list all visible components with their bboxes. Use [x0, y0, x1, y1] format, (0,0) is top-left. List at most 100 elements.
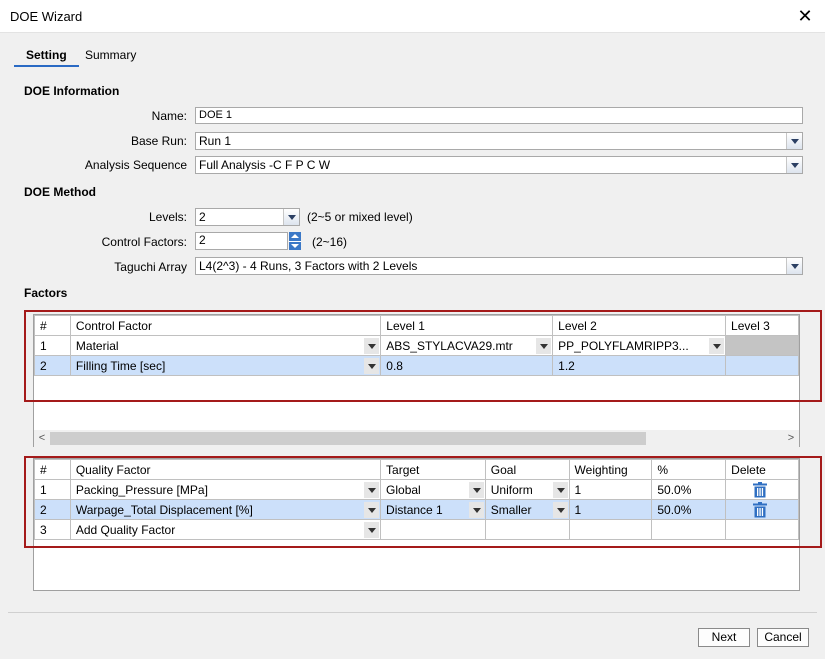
percent-cell	[651, 519, 727, 540]
col-header-weighting: Weighting	[568, 459, 653, 480]
chevron-down-icon[interactable]	[709, 338, 725, 354]
level-2-cell[interactable]: PP_POLYFLAMRIPP3...	[552, 335, 727, 356]
col-header-num: #	[34, 315, 71, 336]
control-factor-table: # Control Factor Level 1 Level 2 Level 3…	[34, 315, 799, 376]
control-factors-label: Control Factors:	[101, 235, 187, 249]
base-run-label: Base Run:	[130, 134, 187, 148]
col-header-level-2: Level 2	[552, 315, 727, 336]
window-title: DOE Wizard	[10, 9, 83, 24]
doe-method-heading: DOE Method	[24, 185, 96, 199]
row-number: 2	[34, 499, 71, 520]
delete-cell[interactable]	[725, 479, 799, 500]
analysis-sequence-label: Analysis Sequence	[84, 158, 187, 172]
levels-hint: (2~5 or mixed level)	[307, 210, 413, 224]
table-row[interactable]: 1 Packing_Pressure [MPa] Global Uniform …	[34, 479, 799, 500]
col-header-percent: %	[651, 459, 727, 480]
goal-cell[interactable]: Uniform	[484, 479, 570, 500]
spin-down-icon[interactable]	[289, 241, 301, 250]
chevron-down-icon[interactable]	[536, 338, 552, 354]
level-3-cell	[725, 335, 799, 356]
percent-cell: 50.0%	[651, 499, 727, 520]
goal-cell	[484, 519, 570, 540]
horizontal-scrollbar[interactable]: < >	[34, 430, 799, 447]
delete-cell[interactable]	[725, 499, 799, 520]
control-factors-hint: (2~16)	[312, 235, 348, 249]
spin-up-icon[interactable]	[289, 232, 301, 241]
name-input[interactable]: DOE 1	[195, 107, 803, 124]
table-row[interactable]: 1 Material ABS_STYLACVA29.mtr PP_POLYFLA…	[34, 335, 799, 356]
chevron-down-icon	[786, 133, 802, 149]
target-cell	[380, 519, 486, 540]
table-row[interactable]: 2 Warpage_Total Displacement [%] Distanc…	[34, 499, 799, 520]
trash-icon[interactable]	[752, 502, 768, 518]
level-1-cell[interactable]: ABS_STYLACVA29.mtr	[380, 335, 554, 356]
base-run-select[interactable]: Run 1	[195, 132, 803, 150]
chevron-down-icon[interactable]	[468, 482, 484, 498]
levels-select[interactable]: 2	[195, 208, 300, 226]
title-bar: DOE Wizard ✕	[0, 0, 825, 33]
table-row[interactable]: 3 Add Quality Factor	[34, 519, 799, 540]
delete-cell	[725, 519, 799, 540]
control-factors-input[interactable]: 2	[195, 232, 288, 250]
chevron-down-icon[interactable]	[364, 482, 380, 498]
quality-factor-panel: # Quality Factor Target Goal Weighting %…	[33, 458, 800, 591]
row-number: 1	[34, 479, 71, 500]
percent-cell: 50.0%	[651, 479, 727, 500]
scroll-right-button[interactable]: >	[783, 430, 799, 447]
trash-icon[interactable]	[752, 482, 768, 498]
table-header-row: # Control Factor Level 1 Level 2 Level 3	[34, 315, 799, 336]
control-factors-stepper[interactable]	[289, 232, 301, 250]
col-header-quality-factor: Quality Factor	[69, 459, 382, 480]
taguchi-array-label: Taguchi Array	[114, 260, 187, 274]
chevron-down-icon[interactable]	[364, 522, 380, 538]
target-cell[interactable]: Global	[380, 479, 486, 500]
chevron-down-icon[interactable]	[364, 502, 380, 518]
quality-factor-table: # Quality Factor Target Goal Weighting %…	[34, 459, 799, 540]
table-header-row: # Quality Factor Target Goal Weighting %…	[34, 459, 799, 480]
chevron-down-icon	[283, 209, 299, 225]
scrollbar-thumb[interactable]	[50, 432, 646, 445]
cancel-button[interactable]: Cancel	[757, 628, 809, 647]
doe-information-heading: DOE Information	[24, 84, 120, 98]
next-button[interactable]: Next	[698, 628, 750, 647]
control-factor-cell[interactable]: Filling Time [sec]	[69, 355, 382, 376]
col-header-target: Target	[380, 459, 486, 480]
goal-cell[interactable]: Smaller	[484, 499, 570, 520]
levels-label: Levels:	[148, 210, 187, 224]
chevron-down-icon[interactable]	[552, 482, 568, 498]
tab-setting[interactable]: Setting	[14, 46, 79, 67]
name-label: Name:	[151, 109, 187, 123]
tab-summary[interactable]: Summary	[85, 46, 136, 66]
level-1-cell[interactable]: 0.8	[380, 355, 554, 376]
row-number: 3	[34, 519, 71, 540]
taguchi-array-select[interactable]: L4(2^3) - 4 Runs, 3 Factors with 2 Level…	[195, 257, 803, 275]
chevron-down-icon[interactable]	[364, 358, 380, 374]
chevron-down-icon[interactable]	[552, 502, 568, 518]
col-header-goal: Goal	[484, 459, 570, 480]
col-header-level-3: Level 3	[725, 315, 799, 336]
chevron-down-icon[interactable]	[364, 338, 380, 354]
factors-heading: Factors	[24, 286, 68, 300]
chevron-down-icon	[786, 157, 802, 173]
chevron-down-icon[interactable]	[468, 502, 484, 518]
control-factor-cell[interactable]: Material	[69, 335, 382, 356]
analysis-sequence-select[interactable]: Full Analysis -C F P C W	[195, 156, 803, 174]
footer-divider	[8, 612, 817, 613]
level-2-cell[interactable]: 1.2	[552, 355, 727, 376]
col-header-delete: Delete	[725, 459, 799, 480]
add-quality-factor-cell[interactable]: Add Quality Factor	[69, 519, 382, 540]
quality-factor-cell[interactable]: Warpage_Total Displacement [%]	[69, 499, 382, 520]
col-header-control-factor: Control Factor	[69, 315, 382, 336]
scroll-left-button[interactable]: <	[34, 430, 50, 447]
row-number: 2	[34, 355, 71, 376]
control-factor-panel: # Control Factor Level 1 Level 2 Level 3…	[33, 314, 800, 447]
quality-factor-cell[interactable]: Packing_Pressure [MPa]	[69, 479, 382, 500]
target-cell[interactable]: Distance 1	[380, 499, 486, 520]
col-header-level-1: Level 1	[380, 315, 554, 336]
chevron-down-icon	[786, 258, 802, 274]
table-row[interactable]: 2 Filling Time [sec] 0.8 1.2	[34, 355, 799, 376]
weighting-cell	[568, 519, 653, 540]
weighting-cell[interactable]: 1	[568, 499, 653, 520]
close-icon[interactable]: ✕	[795, 4, 815, 28]
weighting-cell[interactable]: 1	[568, 479, 653, 500]
